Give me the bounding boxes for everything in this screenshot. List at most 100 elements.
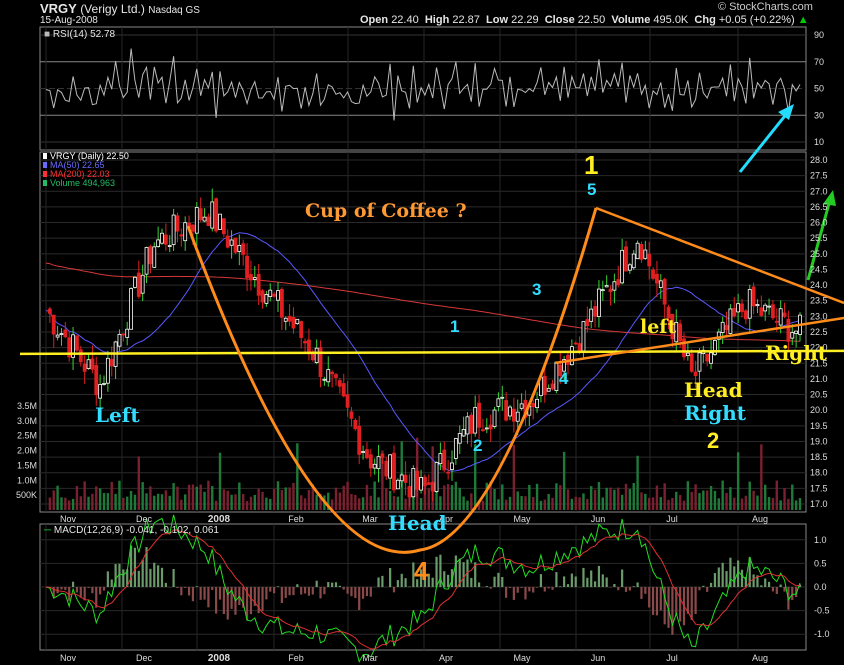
candle (102, 383, 106, 385)
volume-bar (79, 496, 82, 510)
volume-bar (156, 493, 160, 510)
macd-histogram-bar (207, 587, 210, 608)
candle (763, 304, 768, 312)
marker-1-yellow: 1 (584, 150, 599, 180)
volume-bar (214, 500, 218, 510)
candle (484, 427, 489, 430)
macd-histogram-bar (717, 567, 720, 587)
candle (593, 306, 597, 317)
macd-histogram-bar (648, 587, 651, 608)
x-axis-label: Jun (591, 653, 606, 663)
candle (585, 319, 590, 327)
volume-bar (346, 481, 349, 510)
macd-histogram-bar (671, 587, 674, 635)
volume-bar (187, 484, 191, 510)
candle (175, 215, 180, 232)
candle (94, 365, 99, 396)
candle (554, 361, 559, 391)
macd-histogram-bar (733, 566, 736, 587)
candle (160, 232, 164, 244)
candle (125, 328, 130, 338)
macd-histogram-bar (439, 554, 442, 587)
right-label: Right (765, 341, 827, 365)
volume-bar (508, 496, 512, 510)
candle (365, 449, 369, 459)
marker-1-cyan: 1 (450, 317, 460, 336)
macd-histogram-bar (462, 562, 465, 587)
macd-histogram-bar (551, 587, 554, 590)
volume-bar (609, 487, 612, 510)
macd-histogram-bar (539, 574, 543, 587)
candle (283, 317, 288, 322)
volume-bar (226, 490, 229, 510)
volume-bar (95, 486, 98, 510)
candle (380, 453, 385, 458)
candle (144, 247, 149, 275)
volume-bar (764, 484, 767, 510)
volume-bar (675, 491, 678, 510)
volume-bar (296, 443, 299, 510)
candle (218, 213, 222, 230)
price-tick-label: 27.5 (810, 171, 828, 181)
macd-histogram-bar (303, 587, 307, 594)
candle (330, 371, 335, 375)
candle (651, 269, 655, 279)
x-axis-label: Nov (60, 514, 77, 524)
macd-histogram-bar (617, 587, 620, 591)
x-axis-label: May (513, 514, 531, 524)
candle (322, 378, 327, 381)
candle (268, 289, 273, 297)
x-axis-label: Mar (362, 653, 378, 663)
candle (720, 321, 725, 333)
candle (129, 288, 133, 330)
candle (156, 239, 161, 247)
volume-bar (373, 481, 376, 510)
candle (140, 274, 145, 294)
price-tick-label: 17.0 (810, 499, 828, 509)
volume-bar (303, 498, 307, 510)
candle (117, 333, 122, 347)
candle (353, 419, 358, 430)
candle (481, 429, 485, 431)
macd-histogram-bar (624, 587, 628, 592)
volume-bar (798, 498, 802, 510)
candle (214, 198, 219, 232)
price-tick-label: 25.5 (810, 233, 828, 243)
macd-histogram-bar (222, 587, 225, 615)
macd-histogram-bar (779, 584, 782, 587)
macd-histogram-bar (621, 569, 624, 587)
volume-bar (597, 481, 601, 510)
macd-histogram-bar (644, 587, 647, 594)
volume-bar (272, 488, 276, 510)
volume-bar (211, 486, 214, 510)
volume-bar (288, 487, 291, 510)
candle (511, 408, 516, 422)
volume-bar (102, 492, 106, 510)
volume-bar (512, 444, 516, 510)
candle (492, 409, 497, 428)
volume-bar (636, 455, 639, 510)
candle (705, 353, 710, 362)
volume-bar (644, 493, 647, 510)
macd-histogram-bar (265, 587, 268, 600)
macd-histogram-bar (365, 587, 369, 597)
volume-tick-label: 3.5M (17, 401, 37, 411)
volume-bar (497, 499, 500, 510)
macd-histogram-bar (532, 587, 535, 593)
macd-histogram-bar (404, 578, 407, 587)
price-tick-label: 28.0 (810, 155, 828, 165)
macd-histogram-bar (361, 587, 365, 599)
candle (450, 462, 454, 470)
rsi-name: RSI(14) (52, 29, 88, 40)
volume-bar (659, 497, 662, 510)
macd-histogram-bar (334, 582, 338, 587)
macd-histogram-bar (628, 587, 631, 591)
volume-bar (427, 488, 430, 510)
volume-bar (439, 496, 442, 510)
macd-histogram-bar (300, 587, 303, 595)
candle (109, 359, 114, 367)
volume-bar (354, 494, 357, 510)
volume-bar (601, 497, 604, 510)
volume-bar (648, 497, 651, 510)
macd-histogram-bar (211, 587, 214, 591)
